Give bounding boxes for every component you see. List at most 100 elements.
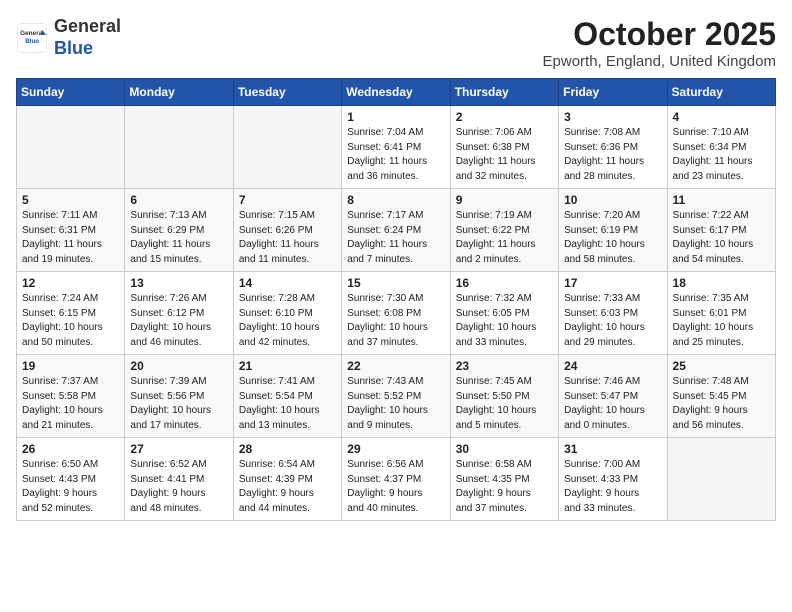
day-number: 23 — [456, 359, 553, 373]
calendar-cell: 7 Sunrise: 7:15 AM Sunset: 6:26 PM Daylig… — [233, 189, 341, 272]
weekday-header-monday: Monday — [125, 79, 233, 106]
calendar-cell: 28 Sunrise: 6:54 AM Sunset: 4:39 PM Dayli… — [233, 438, 341, 521]
day-info: Sunrise: 7:35 AM Sunset: 6:01 PM Dayligh… — [673, 292, 770, 350]
day-number: 4 — [673, 110, 770, 124]
day-info: Sunrise: 7:46 AM Sunset: 5:47 PM Dayligh… — [564, 375, 661, 433]
weekday-header-wednesday: Wednesday — [342, 79, 450, 106]
day-number: 30 — [456, 442, 553, 456]
day-number: 16 — [456, 276, 553, 290]
calendar-cell: 20 Sunrise: 7:39 AM Sunset: 5:56 PM Dayli… — [125, 355, 233, 438]
day-info: Sunrise: 7:41 AM Sunset: 5:54 PM Dayligh… — [239, 375, 336, 433]
day-info: Sunrise: 6:56 AM Sunset: 4:37 PM Dayligh… — [347, 458, 444, 516]
day-info: Sunrise: 7:22 AM Sunset: 6:17 PM Dayligh… — [673, 209, 770, 267]
page-header: General Blue General Blue October 2025 E… — [16, 16, 776, 70]
calendar-cell: 24 Sunrise: 7:46 AM Sunset: 5:47 PM Dayli… — [559, 355, 667, 438]
location: Epworth, England, United Kingdom — [543, 53, 776, 70]
day-info: Sunrise: 7:06 AM Sunset: 6:38 PM Dayligh… — [456, 126, 553, 184]
calendar-cell — [125, 106, 233, 189]
calendar-week-4: 19Sunrise: 7:37 AM Sunset: 5:58 PM Dayli… — [17, 355, 776, 438]
calendar-week-2: 5Sunrise: 7:11 AM Sunset: 6:31 PM Daylig… — [17, 189, 776, 272]
day-number: 14 — [239, 276, 336, 290]
day-number: 2 — [456, 110, 553, 124]
day-info: Sunrise: 7:37 AM Sunset: 5:58 PM Dayligh… — [22, 375, 119, 433]
day-number: 17 — [564, 276, 661, 290]
day-number: 1 — [347, 110, 444, 124]
calendar-cell: 19Sunrise: 7:37 AM Sunset: 5:58 PM Dayli… — [17, 355, 125, 438]
calendar-cell: 27Sunrise: 6:52 AM Sunset: 4:41 PM Dayli… — [125, 438, 233, 521]
calendar-cell — [17, 106, 125, 189]
day-number: 10 — [564, 193, 661, 207]
day-number: 6 — [130, 193, 227, 207]
calendar-cell: 12Sunrise: 7:24 AM Sunset: 6:15 PM Dayli… — [17, 272, 125, 355]
logo-blue-text: Blue — [54, 38, 93, 58]
day-info: Sunrise: 7:45 AM Sunset: 5:50 PM Dayligh… — [456, 375, 553, 433]
calendar-week-3: 12Sunrise: 7:24 AM Sunset: 6:15 PM Dayli… — [17, 272, 776, 355]
day-info: Sunrise: 7:48 AM Sunset: 5:45 PM Dayligh… — [673, 375, 770, 433]
weekday-header-tuesday: Tuesday — [233, 79, 341, 106]
day-number: 21 — [239, 359, 336, 373]
calendar-cell: 3Sunrise: 7:08 AM Sunset: 6:36 PM Daylig… — [559, 106, 667, 189]
logo-icon: General Blue — [16, 22, 48, 54]
title-area: October 2025 Epworth, England, United Ki… — [543, 16, 776, 70]
day-info: Sunrise: 7:04 AM Sunset: 6:41 PM Dayligh… — [347, 126, 444, 184]
day-info: Sunrise: 7:13 AM Sunset: 6:29 PM Dayligh… — [130, 209, 227, 267]
day-number: 29 — [347, 442, 444, 456]
calendar-cell: 13Sunrise: 7:26 AM Sunset: 6:12 PM Dayli… — [125, 272, 233, 355]
day-number: 24 — [564, 359, 661, 373]
calendar-cell: 22 Sunrise: 7:43 AM Sunset: 5:52 PM Dayli… — [342, 355, 450, 438]
calendar-cell: 18 Sunrise: 7:35 AM Sunset: 6:01 PM Dayli… — [667, 272, 775, 355]
day-info: Sunrise: 7:32 AM Sunset: 6:05 PM Dayligh… — [456, 292, 553, 350]
calendar-cell: 29 Sunrise: 6:56 AM Sunset: 4:37 PM Dayli… — [342, 438, 450, 521]
logo: General Blue General Blue — [16, 16, 121, 59]
day-info: Sunrise: 6:54 AM Sunset: 4:39 PM Dayligh… — [239, 458, 336, 516]
day-info: Sunrise: 7:28 AM Sunset: 6:10 PM Dayligh… — [239, 292, 336, 350]
day-info: Sunrise: 6:52 AM Sunset: 4:41 PM Dayligh… — [130, 458, 227, 516]
day-number: 31 — [564, 442, 661, 456]
weekday-header-thursday: Thursday — [450, 79, 558, 106]
calendar-cell — [667, 438, 775, 521]
day-info: Sunrise: 7:39 AM Sunset: 5:56 PM Dayligh… — [130, 375, 227, 433]
calendar-cell: 6 Sunrise: 7:13 AM Sunset: 6:29 PM Daylig… — [125, 189, 233, 272]
day-number: 9 — [456, 193, 553, 207]
calendar-cell — [233, 106, 341, 189]
day-info: Sunrise: 7:30 AM Sunset: 6:08 PM Dayligh… — [347, 292, 444, 350]
day-info: Sunrise: 7:26 AM Sunset: 6:12 PM Dayligh… — [130, 292, 227, 350]
calendar-cell: 4 Sunrise: 7:10 AM Sunset: 6:34 PM Daylig… — [667, 106, 775, 189]
day-number: 20 — [130, 359, 227, 373]
calendar-cell: 1 Sunrise: 7:04 AM Sunset: 6:41 PM Daylig… — [342, 106, 450, 189]
calendar-cell: 14 Sunrise: 7:28 AM Sunset: 6:10 PM Dayli… — [233, 272, 341, 355]
weekday-header-sunday: Sunday — [17, 79, 125, 106]
day-info: Sunrise: 7:10 AM Sunset: 6:34 PM Dayligh… — [673, 126, 770, 184]
svg-text:General: General — [20, 29, 44, 36]
day-number: 15 — [347, 276, 444, 290]
day-number: 25 — [673, 359, 770, 373]
month-title: October 2025 — [543, 16, 776, 53]
day-number: 3 — [564, 110, 661, 124]
day-info: Sunrise: 7:11 AM Sunset: 6:31 PM Dayligh… — [22, 209, 119, 267]
day-number: 22 — [347, 359, 444, 373]
calendar-week-1: 1 Sunrise: 7:04 AM Sunset: 6:41 PM Daylig… — [17, 106, 776, 189]
calendar-cell: 17Sunrise: 7:33 AM Sunset: 6:03 PM Dayli… — [559, 272, 667, 355]
day-number: 7 — [239, 193, 336, 207]
calendar-cell: 9Sunrise: 7:19 AM Sunset: 6:22 PM Daylig… — [450, 189, 558, 272]
calendar-cell: 10 Sunrise: 7:20 AM Sunset: 6:19 PM Dayli… — [559, 189, 667, 272]
day-info: Sunrise: 7:20 AM Sunset: 6:19 PM Dayligh… — [564, 209, 661, 267]
day-info: Sunrise: 6:58 AM Sunset: 4:35 PM Dayligh… — [456, 458, 553, 516]
day-number: 18 — [673, 276, 770, 290]
day-info: Sunrise: 7:17 AM Sunset: 6:24 PM Dayligh… — [347, 209, 444, 267]
calendar-cell: 15 Sunrise: 7:30 AM Sunset: 6:08 PM Dayli… — [342, 272, 450, 355]
day-number: 28 — [239, 442, 336, 456]
calendar-cell: 21 Sunrise: 7:41 AM Sunset: 5:54 PM Dayli… — [233, 355, 341, 438]
calendar-cell: 2 Sunrise: 7:06 AM Sunset: 6:38 PM Daylig… — [450, 106, 558, 189]
day-info: Sunrise: 7:00 AM Sunset: 4:33 PM Dayligh… — [564, 458, 661, 516]
calendar-cell: 11Sunrise: 7:22 AM Sunset: 6:17 PM Dayli… — [667, 189, 775, 272]
day-info: Sunrise: 7:43 AM Sunset: 5:52 PM Dayligh… — [347, 375, 444, 433]
day-info: Sunrise: 7:15 AM Sunset: 6:26 PM Dayligh… — [239, 209, 336, 267]
calendar-cell: 23 Sunrise: 7:45 AM Sunset: 5:50 PM Dayli… — [450, 355, 558, 438]
calendar-cell: 8Sunrise: 7:17 AM Sunset: 6:24 PM Daylig… — [342, 189, 450, 272]
weekday-header-friday: Friday — [559, 79, 667, 106]
calendar-cell: 16 Sunrise: 7:32 AM Sunset: 6:05 PM Dayli… — [450, 272, 558, 355]
calendar-week-5: 26Sunrise: 6:50 AM Sunset: 4:43 PM Dayli… — [17, 438, 776, 521]
calendar-cell: 26Sunrise: 6:50 AM Sunset: 4:43 PM Dayli… — [17, 438, 125, 521]
day-number: 26 — [22, 442, 119, 456]
